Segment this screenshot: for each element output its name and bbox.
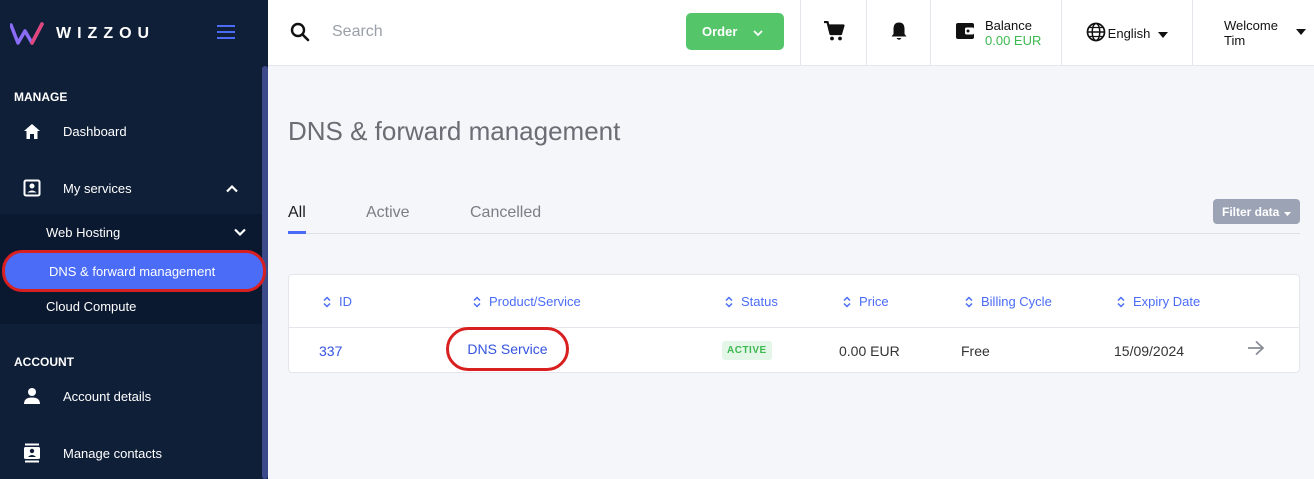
wizzou-logo-icon [10, 22, 44, 45]
column-header-label: Billing Cycle [981, 294, 1052, 309]
status-badge: ACTIVE [722, 341, 772, 360]
column-header-billing-cycle[interactable]: Billing Cycle [965, 294, 1052, 309]
order-button-label: Order [702, 24, 738, 39]
sidebar-item-label: Manage contacts [63, 445, 163, 461]
order-button[interactable]: Order [686, 13, 784, 50]
submenu-item-web-hosting[interactable]: Web Hosting [0, 214, 262, 250]
submenu-item-cloud-compute[interactable]: Cloud Compute [0, 288, 262, 324]
sort-icon [473, 295, 481, 308]
filter-data-label: Filter data [1222, 204, 1280, 219]
page-title: DNS & forward management [288, 116, 621, 146]
column-header-status[interactable]: Status [725, 294, 778, 309]
tab-cancelled[interactable]: Cancelled [470, 204, 541, 222]
sidebar-item-label: Account details [63, 388, 152, 404]
balance-value: 0.00 EUR [985, 33, 1042, 48]
home-icon [22, 121, 42, 141]
balance-label: Balance [985, 18, 1032, 33]
submenu-item-label: Cloud Compute [46, 298, 137, 314]
product-service-link[interactable]: DNS Service [446, 327, 569, 371]
section-title-manage: MANAGE [14, 90, 68, 104]
globe-icon [1086, 22, 1106, 45]
bell-icon [890, 21, 908, 46]
table-row[interactable]: 337 ACTIVE 0.00 EUR Free 15/09/2024 [289, 328, 1299, 372]
sort-icon [843, 295, 851, 308]
language-label: English [1107, 25, 1151, 41]
chevron-down-icon [233, 225, 247, 240]
sidebar-item-dashboard[interactable]: Dashboard [0, 109, 262, 153]
product-service-label: DNS Service [467, 341, 548, 357]
column-header-price[interactable]: Price [843, 294, 889, 309]
filter-data-button[interactable]: Filter data [1213, 199, 1300, 224]
price-cell: 0.00 EUR [839, 343, 900, 359]
sidebar-item-manage-contacts[interactable]: Manage contacts [0, 431, 262, 475]
sort-icon [725, 295, 733, 308]
sort-icon [965, 295, 973, 308]
billing-cycle-cell: Free [961, 343, 990, 359]
sidebar-item-label: My services [63, 180, 132, 196]
caret-down-icon [1296, 22, 1306, 40]
service-id-link[interactable]: 337 [319, 343, 342, 359]
sidebar-item-my-services[interactable]: My services [0, 166, 262, 210]
sidebar: WIZZOU MANAGE Dashboard My services Web … [0, 0, 268, 479]
column-header-label: Price [859, 294, 889, 309]
contacts-book-icon [22, 443, 42, 463]
caret-down-icon [1158, 26, 1169, 41]
status-tabs: All Active Cancelled [288, 196, 1300, 234]
cart-button[interactable] [800, 0, 866, 66]
section-title-account: ACCOUNT [14, 355, 74, 369]
arrow-right-icon[interactable] [1247, 340, 1265, 361]
welcome-text: Welcome [1224, 18, 1278, 33]
services-table: ID Product/Service Status Price Billing … [288, 274, 1300, 373]
wallet-icon [955, 22, 975, 45]
tab-active[interactable]: Active [366, 204, 410, 222]
balance-widget[interactable]: Balance 0.00 EUR [930, 0, 1061, 66]
active-tab-indicator [288, 231, 306, 234]
column-header-expiry-date[interactable]: Expiry Date [1117, 294, 1200, 309]
menu-toggle-icon[interactable] [217, 25, 235, 39]
notifications-button[interactable] [866, 0, 930, 66]
services-submenu: Web Hosting DNS & forward management Clo… [0, 214, 266, 324]
brand-logo[interactable]: WIZZOU [10, 20, 155, 48]
submenu-item-label: Web Hosting [46, 224, 121, 240]
column-header-label: Product/Service [489, 294, 581, 309]
topbar: Order Balance 0.00 EUR English [268, 0, 1314, 66]
tab-all[interactable]: All [288, 204, 306, 222]
brand-name: WIZZOU [56, 25, 156, 42]
column-header-product[interactable]: Product/Service [473, 294, 581, 309]
sidebar-item-account-details[interactable]: Account details [0, 374, 262, 418]
caret-down-icon [1284, 205, 1292, 219]
table-header: ID Product/Service Status Price Billing … [289, 275, 1299, 328]
sidebar-item-label: Dashboard [63, 123, 127, 139]
submenu-item-dns-forward[interactable]: DNS & forward management [2, 250, 266, 292]
chevron-down-icon [752, 25, 764, 40]
contact-card-icon [22, 178, 42, 198]
user-menu[interactable]: Welcome Tim [1192, 0, 1314, 66]
person-icon [22, 386, 42, 406]
expiry-date-cell: 15/09/2024 [1114, 343, 1185, 359]
submenu-item-label: DNS & forward management [49, 263, 216, 279]
column-header-label: Expiry Date [1133, 294, 1201, 309]
chevron-up-icon [225, 181, 239, 196]
user-name: Tim [1224, 33, 1246, 48]
search-icon[interactable] [290, 22, 310, 47]
column-header-label: ID [339, 294, 352, 309]
language-selector[interactable]: English [1061, 0, 1192, 66]
column-header-id[interactable]: ID [323, 294, 352, 309]
sort-icon [1117, 295, 1125, 308]
sort-icon [323, 295, 331, 308]
shopping-cart-icon [823, 20, 845, 46]
column-header-label: Status [741, 294, 778, 309]
search-input[interactable] [332, 20, 632, 44]
